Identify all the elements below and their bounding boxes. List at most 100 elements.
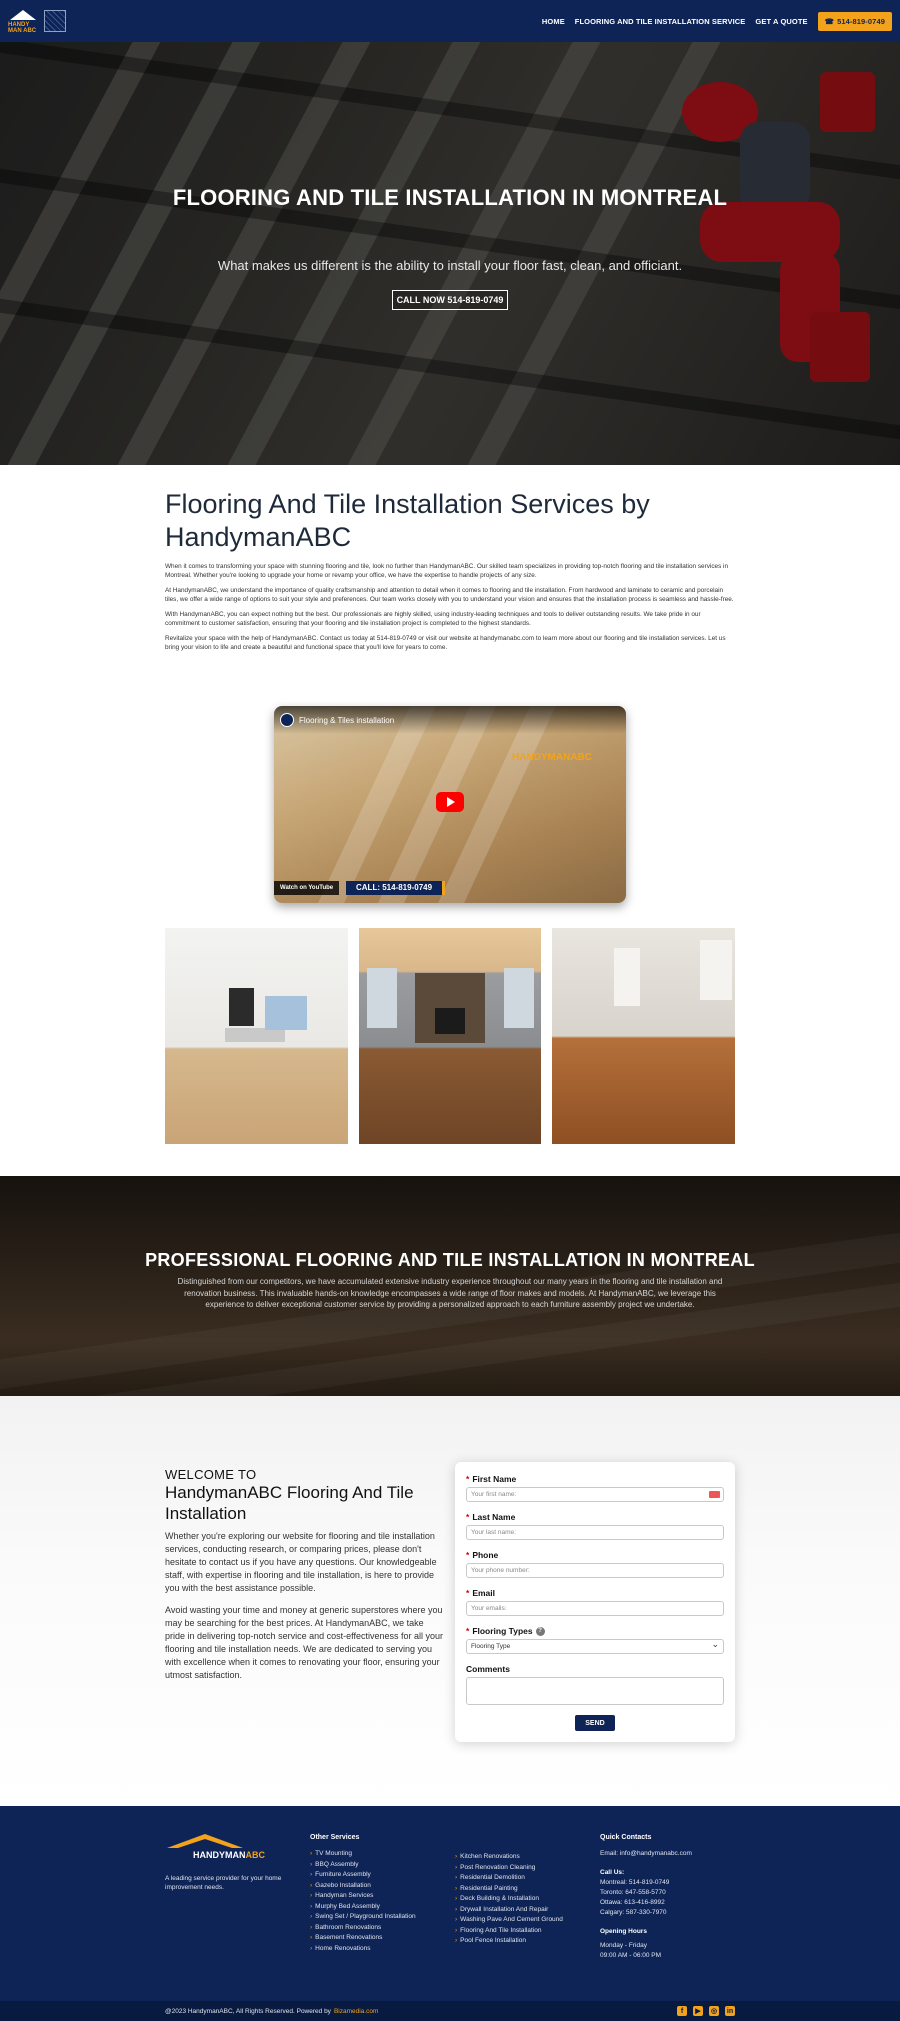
youtube-icon[interactable]: ▶: [693, 2006, 703, 2016]
video-call-banner: CALL: 514-819-0749: [346, 881, 446, 895]
email-label: * Email: [466, 1588, 495, 1598]
nav-flooring-service[interactable]: FLOORING AND TILE INSTALLATION SERVICE: [575, 17, 746, 26]
phone-toronto[interactable]: Toronto: 647-558-5770: [600, 1888, 692, 1898]
welcome-kicker: WELCOME TO: [165, 1467, 257, 1482]
first-name-input[interactable]: Your first name:: [466, 1487, 724, 1502]
copyright: @2023 HandymanABC, All Rights Reserved. …: [165, 2007, 331, 2015]
service-link[interactable]: Deck Building & Installation: [455, 1894, 563, 1905]
service-link[interactable]: Gazebo Installation: [310, 1881, 416, 1892]
phone-icon: ☎: [824, 16, 835, 26]
quick-contacts: Quick Contacts Email: info@handymanabc.c…: [600, 1834, 692, 1961]
autofill-icon[interactable]: [709, 1491, 720, 1498]
footer-tagline: A leading service provider for your home…: [165, 1875, 282, 1891]
opening-hours: 09:00 AM - 06:00 PM: [600, 1952, 662, 1959]
phone-input[interactable]: Your phone number:: [466, 1563, 724, 1578]
main-nav: HOME FLOORING AND TILE INSTALLATION SERV…: [542, 11, 892, 31]
site-header: HANDY MAN ABC HOME FLOORING AND TILE INS…: [0, 0, 900, 42]
logo[interactable]: HANDY MAN ABC: [8, 8, 66, 34]
service-link[interactable]: Pool Fence Installation: [455, 1936, 563, 1947]
badge-icon: [44, 10, 66, 32]
services-column-2: Kitchen Renovations Post Renovation Clea…: [455, 1852, 563, 1947]
services-column-1: Other Services TV Mounting BBQ Assembly …: [310, 1834, 416, 1954]
living-room-fireplace-image: [358, 928, 542, 1144]
service-link[interactable]: Residential Painting: [455, 1884, 563, 1895]
instagram-icon[interactable]: ◎: [709, 2006, 719, 2016]
phone-montreal[interactable]: Montreal: 514-819-0749: [600, 1878, 692, 1888]
first-name-label: * First Name: [466, 1474, 517, 1484]
intro-paragraph: At HandymanABC, we understand the import…: [165, 587, 734, 603]
kitchen-image: [165, 928, 348, 1144]
logo-mark: HANDY MAN ABC: [8, 8, 38, 34]
facebook-icon[interactable]: f: [677, 2006, 687, 2016]
welcome-paragraph: Avoid wasting your time and money at gen…: [165, 1605, 443, 1680]
video-player[interactable]: Flooring & Tiles installation HANDYMANAB…: [274, 706, 626, 903]
footer: HANDYMANABC A leading service provider f…: [0, 1806, 900, 2001]
welcome-section: WELCOME TO HandymanABC Flooring And Tile…: [165, 1467, 445, 1691]
phone-calgary[interactable]: Calgary: 587-330-7970: [600, 1908, 692, 1918]
service-link[interactable]: Basement Renovations: [310, 1933, 416, 1944]
service-link[interactable]: Murphy Bed Assembly: [310, 1902, 416, 1913]
professional-title: PROFESSIONAL FLOORING AND TILE INSTALLAT…: [145, 1250, 755, 1270]
service-link[interactable]: Drywall Installation And Repair: [455, 1905, 563, 1916]
hero-title: FLOORING AND TILE INSTALLATION IN MONTRE…: [172, 185, 728, 210]
hero-subtitle: What makes us different is the ability t…: [217, 258, 683, 273]
intro-section: Flooring And Tile Installation Services …: [165, 488, 735, 658]
empty-room-hardwood-image: [552, 928, 736, 1144]
video-header: Flooring & Tiles installation: [274, 706, 626, 734]
gallery: [165, 928, 736, 1144]
service-link[interactable]: Kitchen Renovations: [455, 1852, 563, 1863]
phone-ottawa[interactable]: Ottawa: 613-416-8992: [600, 1898, 692, 1908]
intro-paragraph: Revitalize your space with the help of H…: [165, 635, 726, 651]
service-link[interactable]: Bathroom Renovations: [310, 1923, 416, 1934]
channel-avatar[interactable]: [280, 713, 294, 727]
intro-paragraph: When it comes to transforming your space…: [165, 563, 729, 579]
info-icon[interactable]: ?: [535, 1626, 545, 1636]
powered-by-link[interactable]: Bizamedia.com: [334, 2008, 378, 2015]
call-button-label: 514-819-0749: [837, 16, 885, 26]
play-icon[interactable]: [436, 792, 464, 812]
bottom-bar: @2023 HandymanABC, All Rights Reserved. …: [0, 2001, 900, 2021]
service-link[interactable]: Furniture Assembly: [310, 1870, 416, 1881]
quote-form: * First Name Your first name: * Last Name …: [455, 1462, 735, 1742]
watch-on-label: Watch on: [280, 885, 307, 891]
nav-get-a-quote[interactable]: GET A QUOTE: [755, 17, 807, 26]
last-name-label: * Last Name: [466, 1512, 516, 1522]
service-link[interactable]: Flooring And Tile Installation: [455, 1926, 563, 1937]
opening-hours-title: Opening Hours: [600, 1928, 647, 1935]
intro-paragraph: With HandymanABC, you can expect nothing…: [165, 611, 701, 627]
service-link[interactable]: Post Renovation Cleaning: [455, 1863, 563, 1874]
linkedin-icon[interactable]: in: [725, 2006, 735, 2016]
service-link[interactable]: BBQ Assembly: [310, 1860, 416, 1871]
flooring-type-select[interactable]: Flooring Type: [466, 1639, 724, 1654]
service-link[interactable]: Handyman Services: [310, 1891, 416, 1902]
quick-contacts-title: Quick Contacts: [600, 1834, 652, 1841]
phone-label: * Phone: [466, 1550, 499, 1560]
last-name-input[interactable]: Your last name:: [466, 1525, 724, 1540]
service-link[interactable]: Home Renovations: [310, 1944, 416, 1955]
call-now-button[interactable]: CALL NOW 514-819-0749: [392, 290, 508, 310]
email-input[interactable]: Your emails:: [466, 1601, 724, 1616]
footer-logo[interactable]: HANDYMANABC: [165, 1834, 275, 1864]
service-link[interactable]: Swing Set / Playground Installation: [310, 1912, 415, 1923]
service-link[interactable]: TV Mounting: [310, 1849, 416, 1860]
watch-on-youtube[interactable]: Watch on YouTube: [274, 881, 340, 895]
send-button[interactable]: SEND: [575, 1715, 615, 1731]
youtube-label: YouTube: [308, 885, 334, 891]
flooring-types-label: * Flooring Types?: [466, 1626, 724, 1636]
contact-email[interactable]: Email: info@handymanabc.com: [600, 1849, 692, 1859]
call-button[interactable]: ☎ 514-819-0749: [817, 11, 892, 31]
service-link[interactable]: Residential Demolition: [455, 1873, 563, 1884]
comments-textarea[interactable]: [466, 1677, 724, 1705]
comments-label: Comments: [466, 1664, 510, 1674]
intro-heading: Flooring And Tile Installation Services …: [165, 489, 650, 552]
service-link[interactable]: Washing Pave And Cement Ground: [455, 1915, 563, 1926]
professional-section: PROFESSIONAL FLOORING AND TILE INSTALLAT…: [0, 1176, 900, 1396]
professional-text: Distinguished from our competitors, we h…: [177, 1277, 723, 1309]
video-title[interactable]: Flooring & Tiles installation: [299, 716, 394, 725]
nav-home[interactable]: HOME: [542, 17, 565, 26]
welcome-title: HandymanABC Flooring And Tile Installati…: [165, 1483, 414, 1523]
call-us-label: Call Us:: [600, 1869, 625, 1876]
other-services-title: Other Services: [310, 1834, 360, 1841]
video-brand-mark: HANDYMANABC: [512, 752, 592, 763]
social-links: f ▶ ◎ in: [677, 2006, 735, 2016]
